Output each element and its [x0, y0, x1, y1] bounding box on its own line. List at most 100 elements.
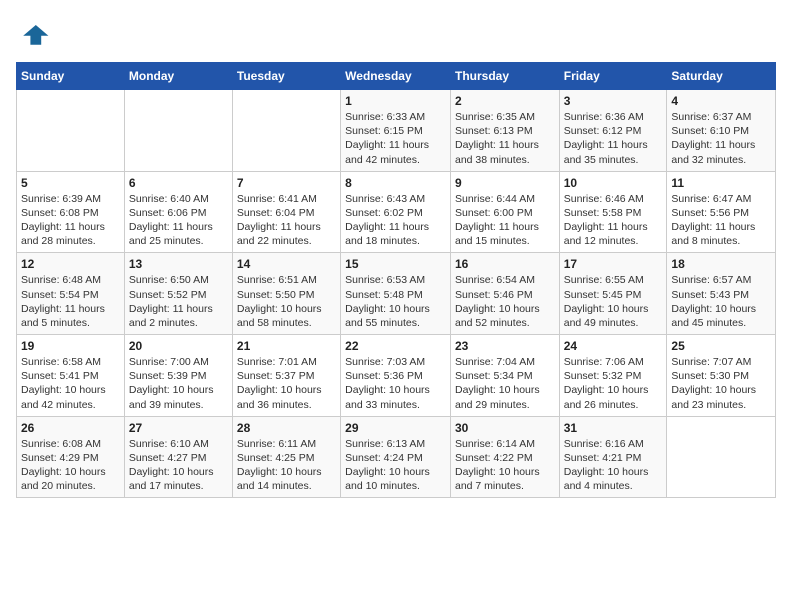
calendar-cell: 25 Sunrise: 7:07 AM Sunset: 5:30 PM Dayli… [667, 335, 776, 417]
day-number: 17 [564, 257, 663, 271]
calendar-body: 1Sunrise: 6:33 AM Sunset: 6:15 PM Daylig… [17, 90, 776, 498]
day-content: Sunrise: 6:47 AM Sunset: 5:56 PM Dayligh… [671, 192, 771, 249]
calendar-cell [232, 90, 340, 172]
day-number: 24 [564, 339, 663, 353]
day-number: 30 [455, 421, 555, 435]
day-content: Sunrise: 6:55 AM Sunset: 5:45 PM Dayligh… [564, 273, 663, 330]
weekday-header-saturday: Saturday [667, 63, 776, 90]
calendar-cell: 30Sunrise: 6:14 AM Sunset: 4:22 PM Dayli… [450, 416, 559, 498]
calendar-cell: 21 Sunrise: 7:01 AM Sunset: 5:37 PM Dayli… [232, 335, 340, 417]
calendar-cell: 6 Sunrise: 6:40 AM Sunset: 6:06 PM Daylig… [124, 171, 232, 253]
calendar-week-1: 1Sunrise: 6:33 AM Sunset: 6:15 PM Daylig… [17, 90, 776, 172]
weekday-header-sunday: Sunday [17, 63, 125, 90]
calendar-cell: 22 Sunrise: 7:03 AM Sunset: 5:36 PM Dayli… [341, 335, 451, 417]
day-content: Sunrise: 6:08 AM Sunset: 4:29 PM Dayligh… [21, 437, 120, 494]
day-content: Sunrise: 6:37 AM Sunset: 6:10 PM Dayligh… [671, 110, 771, 167]
day-number: 3 [564, 94, 663, 108]
day-number: 23 [455, 339, 555, 353]
calendar-week-3: 12 Sunrise: 6:48 AM Sunset: 5:54 PM Dayli… [17, 253, 776, 335]
day-content: Sunrise: 6:50 AM Sunset: 5:52 PM Dayligh… [129, 273, 228, 330]
day-content: Sunrise: 6:57 AM Sunset: 5:43 PM Dayligh… [671, 273, 771, 330]
weekday-header-friday: Friday [559, 63, 667, 90]
calendar-cell: 28 Sunrise: 6:11 AM Sunset: 4:25 PM Dayli… [232, 416, 340, 498]
day-content: Sunrise: 6:10 AM Sunset: 4:27 PM Dayligh… [129, 437, 228, 494]
calendar-cell: 13Sunrise: 6:50 AM Sunset: 5:52 PM Dayli… [124, 253, 232, 335]
weekday-header-wednesday: Wednesday [341, 63, 451, 90]
calendar-cell: 10 Sunrise: 6:46 AM Sunset: 5:58 PM Dayli… [559, 171, 667, 253]
day-content: Sunrise: 6:13 AM Sunset: 4:24 PM Dayligh… [345, 437, 446, 494]
day-number: 8 [345, 176, 446, 190]
day-number: 7 [237, 176, 336, 190]
day-content: Sunrise: 6:58 AM Sunset: 5:41 PM Dayligh… [21, 355, 120, 412]
day-content: Sunrise: 6:54 AM Sunset: 5:46 PM Dayligh… [455, 273, 555, 330]
calendar-cell: 24 Sunrise: 7:06 AM Sunset: 5:32 PM Dayli… [559, 335, 667, 417]
day-number: 27 [129, 421, 228, 435]
calendar-week-4: 19 Sunrise: 6:58 AM Sunset: 5:41 PM Dayli… [17, 335, 776, 417]
calendar-cell: 3 Sunrise: 6:36 AM Sunset: 6:12 PM Daylig… [559, 90, 667, 172]
day-content: Sunrise: 7:03 AM Sunset: 5:36 PM Dayligh… [345, 355, 446, 412]
calendar-cell: 26 Sunrise: 6:08 AM Sunset: 4:29 PM Dayli… [17, 416, 125, 498]
day-content: Sunrise: 6:36 AM Sunset: 6:12 PM Dayligh… [564, 110, 663, 167]
logo [16, 16, 56, 52]
calendar-cell: 18 Sunrise: 6:57 AM Sunset: 5:43 PM Dayli… [667, 253, 776, 335]
calendar-cell: 4 Sunrise: 6:37 AM Sunset: 6:10 PM Daylig… [667, 90, 776, 172]
day-number: 4 [671, 94, 771, 108]
calendar-week-2: 5 Sunrise: 6:39 AM Sunset: 6:08 PM Daylig… [17, 171, 776, 253]
day-content: Sunrise: 6:48 AM Sunset: 5:54 PM Dayligh… [21, 273, 120, 330]
day-number: 26 [21, 421, 120, 435]
calendar-cell: 15Sunrise: 6:53 AM Sunset: 5:48 PM Dayli… [341, 253, 451, 335]
day-content: Sunrise: 7:06 AM Sunset: 5:32 PM Dayligh… [564, 355, 663, 412]
day-number: 2 [455, 94, 555, 108]
day-content: Sunrise: 6:44 AM Sunset: 6:00 PM Dayligh… [455, 192, 555, 249]
day-content: Sunrise: 6:39 AM Sunset: 6:08 PM Dayligh… [21, 192, 120, 249]
calendar-cell [17, 90, 125, 172]
calendar-cell: 16 Sunrise: 6:54 AM Sunset: 5:46 PM Dayli… [450, 253, 559, 335]
day-content: Sunrise: 7:04 AM Sunset: 5:34 PM Dayligh… [455, 355, 555, 412]
day-number: 11 [671, 176, 771, 190]
day-number: 16 [455, 257, 555, 271]
day-content: Sunrise: 7:07 AM Sunset: 5:30 PM Dayligh… [671, 355, 771, 412]
weekday-header-tuesday: Tuesday [232, 63, 340, 90]
page-header [16, 16, 776, 52]
logo-icon [16, 16, 52, 52]
calendar-cell: 14Sunrise: 6:51 AM Sunset: 5:50 PM Dayli… [232, 253, 340, 335]
day-number: 10 [564, 176, 663, 190]
calendar-cell: 27 Sunrise: 6:10 AM Sunset: 4:27 PM Dayli… [124, 416, 232, 498]
day-number: 20 [129, 339, 228, 353]
calendar-cell: 17 Sunrise: 6:55 AM Sunset: 5:45 PM Dayli… [559, 253, 667, 335]
calendar-header: SundayMondayTuesdayWednesdayThursdayFrid… [17, 63, 776, 90]
day-content: Sunrise: 6:33 AM Sunset: 6:15 PM Dayligh… [345, 110, 446, 167]
day-content: Sunrise: 7:01 AM Sunset: 5:37 PM Dayligh… [237, 355, 336, 412]
day-number: 28 [237, 421, 336, 435]
day-number: 6 [129, 176, 228, 190]
day-number: 31 [564, 421, 663, 435]
day-number: 21 [237, 339, 336, 353]
calendar-table: SundayMondayTuesdayWednesdayThursdayFrid… [16, 62, 776, 498]
day-content: Sunrise: 6:53 AM Sunset: 5:48 PM Dayligh… [345, 273, 446, 330]
weekday-header-row: SundayMondayTuesdayWednesdayThursdayFrid… [17, 63, 776, 90]
day-number: 22 [345, 339, 446, 353]
day-number: 19 [21, 339, 120, 353]
day-number: 14 [237, 257, 336, 271]
day-content: Sunrise: 6:46 AM Sunset: 5:58 PM Dayligh… [564, 192, 663, 249]
day-content: Sunrise: 6:11 AM Sunset: 4:25 PM Dayligh… [237, 437, 336, 494]
calendar-cell [667, 416, 776, 498]
day-content: Sunrise: 6:41 AM Sunset: 6:04 PM Dayligh… [237, 192, 336, 249]
day-content: Sunrise: 6:16 AM Sunset: 4:21 PM Dayligh… [564, 437, 663, 494]
calendar-cell: 5 Sunrise: 6:39 AM Sunset: 6:08 PM Daylig… [17, 171, 125, 253]
weekday-header-thursday: Thursday [450, 63, 559, 90]
calendar-cell: 1Sunrise: 6:33 AM Sunset: 6:15 PM Daylig… [341, 90, 451, 172]
day-number: 12 [21, 257, 120, 271]
day-number: 5 [21, 176, 120, 190]
calendar-cell: 20Sunrise: 7:00 AM Sunset: 5:39 PM Dayli… [124, 335, 232, 417]
day-number: 25 [671, 339, 771, 353]
day-content: Sunrise: 6:43 AM Sunset: 6:02 PM Dayligh… [345, 192, 446, 249]
day-number: 18 [671, 257, 771, 271]
calendar-cell [124, 90, 232, 172]
calendar-cell: 29Sunrise: 6:13 AM Sunset: 4:24 PM Dayli… [341, 416, 451, 498]
calendar-week-5: 26 Sunrise: 6:08 AM Sunset: 4:29 PM Dayli… [17, 416, 776, 498]
calendar-cell: 9Sunrise: 6:44 AM Sunset: 6:00 PM Daylig… [450, 171, 559, 253]
calendar-cell: 23 Sunrise: 7:04 AM Sunset: 5:34 PM Dayli… [450, 335, 559, 417]
calendar-cell: 31 Sunrise: 6:16 AM Sunset: 4:21 PM Dayli… [559, 416, 667, 498]
day-content: Sunrise: 6:40 AM Sunset: 6:06 PM Dayligh… [129, 192, 228, 249]
